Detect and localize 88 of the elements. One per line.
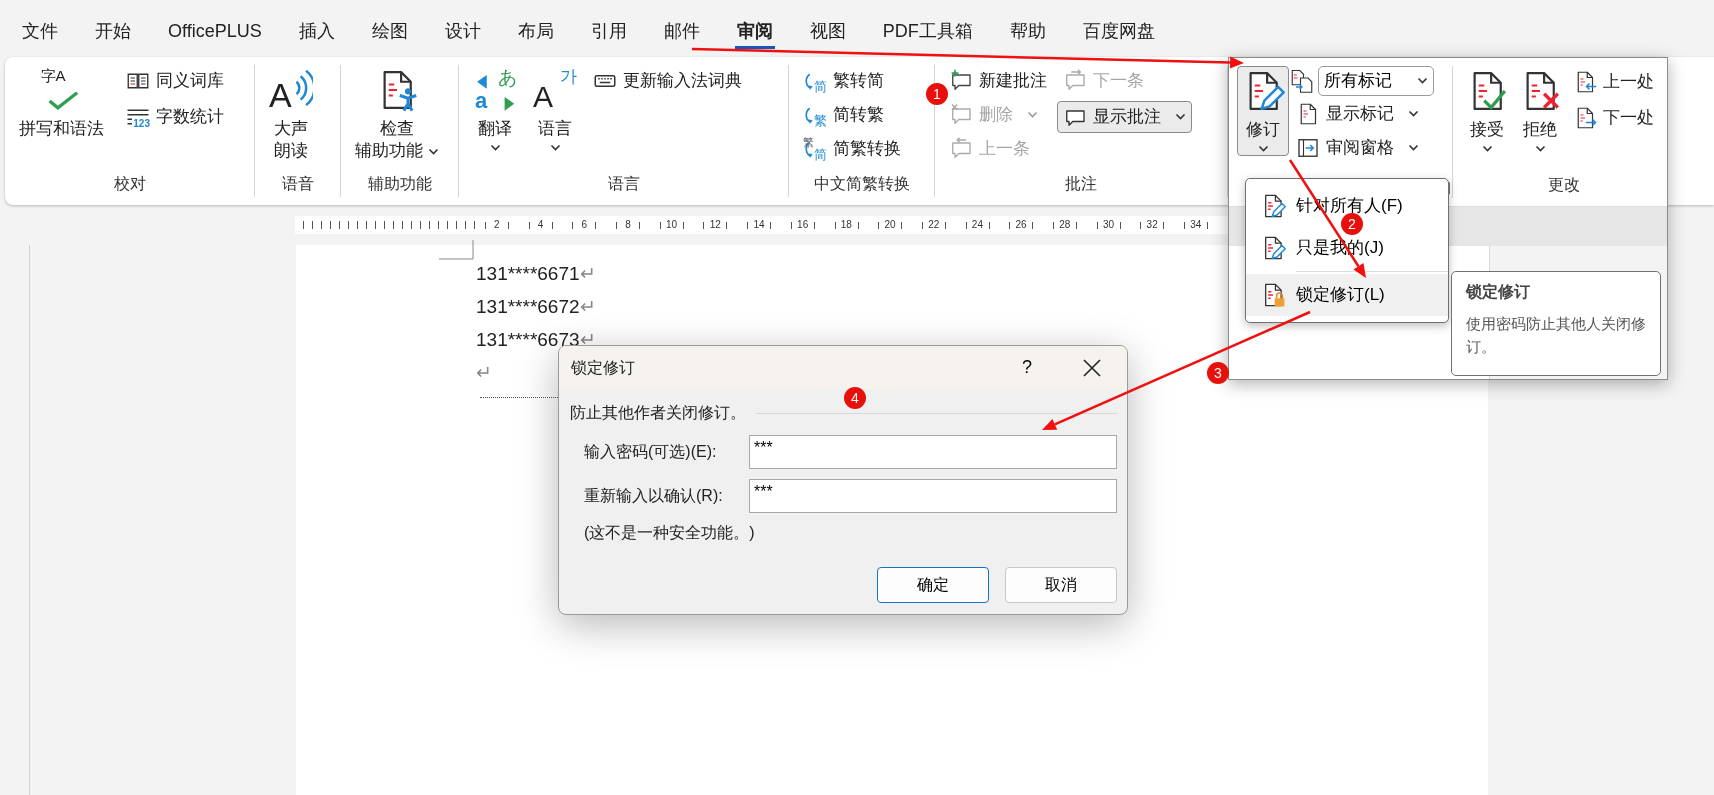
ruler-number: 24 <box>971 219 983 231</box>
password-field[interactable]: *** <box>749 435 1117 469</box>
ruler-number: 34 <box>1190 219 1202 231</box>
ribbon-tab[interactable]: 审阅 <box>734 18 775 49</box>
ruler-number: 20 <box>884 219 896 231</box>
document-text: 131****6673 <box>476 329 580 350</box>
ribbon-button[interactable]: 显示批注 <box>1057 101 1192 133</box>
field-label: 重新输入以确认(R): <box>583 486 724 506</box>
ribbon-button[interactable]: 审阅窗格 <box>1290 132 1425 164</box>
ribbon-button[interactable]: 显示标记 <box>1290 98 1425 130</box>
ribbon-tab[interactable]: OfficePLUS <box>166 18 264 49</box>
tooltip-text: 使用密码防止其他人关闭修订。 <box>1466 314 1646 357</box>
dialog-button[interactable]: 取消 <box>1005 567 1117 603</box>
ribbon-button[interactable]: a あ 翻译 <box>467 65 523 155</box>
dialog-note: (这不是一种安全功能。) <box>583 523 756 543</box>
ruler-number: 4 <box>537 219 544 231</box>
ribbon-button[interactable]: 拒绝 <box>1514 66 1566 156</box>
group-label: 批注 <box>1065 175 1097 192</box>
ribbon-button[interactable]: 简 繁转简 <box>797 65 890 97</box>
group-label: 语言 <box>607 175 640 192</box>
ruler-number: 6 <box>581 219 587 231</box>
paragraph-mark: ↵ <box>579 329 596 350</box>
ribbon-button[interactable]: 接受 <box>1461 66 1513 156</box>
documents-icon <box>1290 69 1314 93</box>
ribbon-tab[interactable]: 文件 <box>20 18 60 49</box>
ribbon-button[interactable]: 下一处 <box>1567 102 1660 134</box>
paragraph-mark: ↵ <box>579 263 596 284</box>
ruler-number: 30 <box>1102 219 1115 231</box>
ribbon-tab[interactable]: 帮助 <box>1007 18 1048 49</box>
document-text: 131****6672 <box>476 296 580 317</box>
ribbon-tab[interactable]: 设计 <box>442 18 483 49</box>
help-button[interactable]: ? <box>997 353 1057 382</box>
paragraph-mark: ↵ <box>476 362 492 383</box>
ruler-number: 16 <box>797 219 809 231</box>
group-label: 中文简繁转换 <box>813 175 910 192</box>
ribbon-button[interactable]: 检查 辅助功能 <box>349 65 445 165</box>
field-label: 输入密码(可选)(E): <box>583 442 718 462</box>
close-icon <box>1083 358 1101 377</box>
paragraph-mark: ↵ <box>579 296 596 317</box>
ribbon-tab[interactable]: 视图 <box>807 18 848 49</box>
ribbon-tab[interactable]: 引用 <box>588 18 629 49</box>
ruler-number: 8 <box>625 219 631 231</box>
ruler-number: 28 <box>1059 219 1071 231</box>
ribbon-button[interactable]: A 가 语言 <box>527 65 583 155</box>
ribbon-button[interactable]: 修订 <box>1237 66 1289 156</box>
caret-icon <box>1417 77 1428 85</box>
tooltip-title: 锁定修订 <box>1466 282 1531 302</box>
ribbon-tab[interactable]: 布局 <box>515 18 556 49</box>
ribbon-tab[interactable]: 邮件 <box>661 18 702 49</box>
ribbon-button[interactable]: 更新输入法词典 <box>587 65 748 97</box>
ribbon-button[interactable]: 字A 拼写和语法 <box>13 65 110 143</box>
ribbon-tab[interactable]: PDF工具箱 <box>880 18 975 49</box>
ribbon-button[interactable]: A 大声 朗读 <box>263 65 319 165</box>
ruler-number: 26 <box>1015 219 1027 231</box>
ribbon-button[interactable]: 上一处 <box>1567 66 1660 98</box>
ribbon-tab[interactable]: 百度网盘 <box>1080 18 1157 49</box>
pane-icon <box>1296 136 1320 160</box>
ruler-number: 18 <box>840 219 852 231</box>
ribbon-tab[interactable]: 绘图 <box>369 18 410 49</box>
comment-icon <box>949 137 973 161</box>
group-label: 更改 <box>1548 176 1580 193</box>
document-text: 131****6671 <box>476 263 580 284</box>
ribbon-button[interactable]: 繁 简转繁 <box>797 99 890 131</box>
ruler-number: 10 <box>666 219 678 231</box>
group-label: 校对 <box>113 175 146 192</box>
markup-dropdown[interactable]: 所有标记 <box>1318 66 1434 96</box>
menu-item[interactable]: 锁定修订(L) <box>1246 274 1448 316</box>
ruler-number: 14 <box>753 219 765 231</box>
password-field[interactable]: *** <box>749 479 1117 513</box>
comment-icon <box>1063 69 1087 93</box>
comment-icon <box>949 69 973 93</box>
ruler-number: 12 <box>709 219 721 231</box>
ruler-number: 32 <box>1146 219 1158 231</box>
dialog-title: 锁定修订 <box>571 357 635 378</box>
ribbon-button[interactable]: 123 字数统计 <box>120 101 230 133</box>
ribbon-button[interactable]: 繁 简 简繁转换 <box>797 133 907 165</box>
ribbon-tab[interactable]: 开始 <box>93 18 133 49</box>
group-label: 辅助功能 <box>367 175 432 192</box>
language-icon: A 가 <box>533 68 577 112</box>
ruler-number: 2 <box>494 219 500 231</box>
ribbon-tab[interactable]: 插入 <box>296 18 337 49</box>
comment-icon <box>949 103 973 127</box>
ruler-number: 22 <box>928 219 940 231</box>
dialog-button[interactable]: 确定 <box>877 567 989 603</box>
group-label: 语音 <box>281 175 314 192</box>
ribbon-button[interactable]: 同义词库 <box>120 65 230 97</box>
dialog-heading: 防止其他作者关闭修订。 <box>570 403 746 423</box>
crop-mark-icon <box>439 240 475 260</box>
